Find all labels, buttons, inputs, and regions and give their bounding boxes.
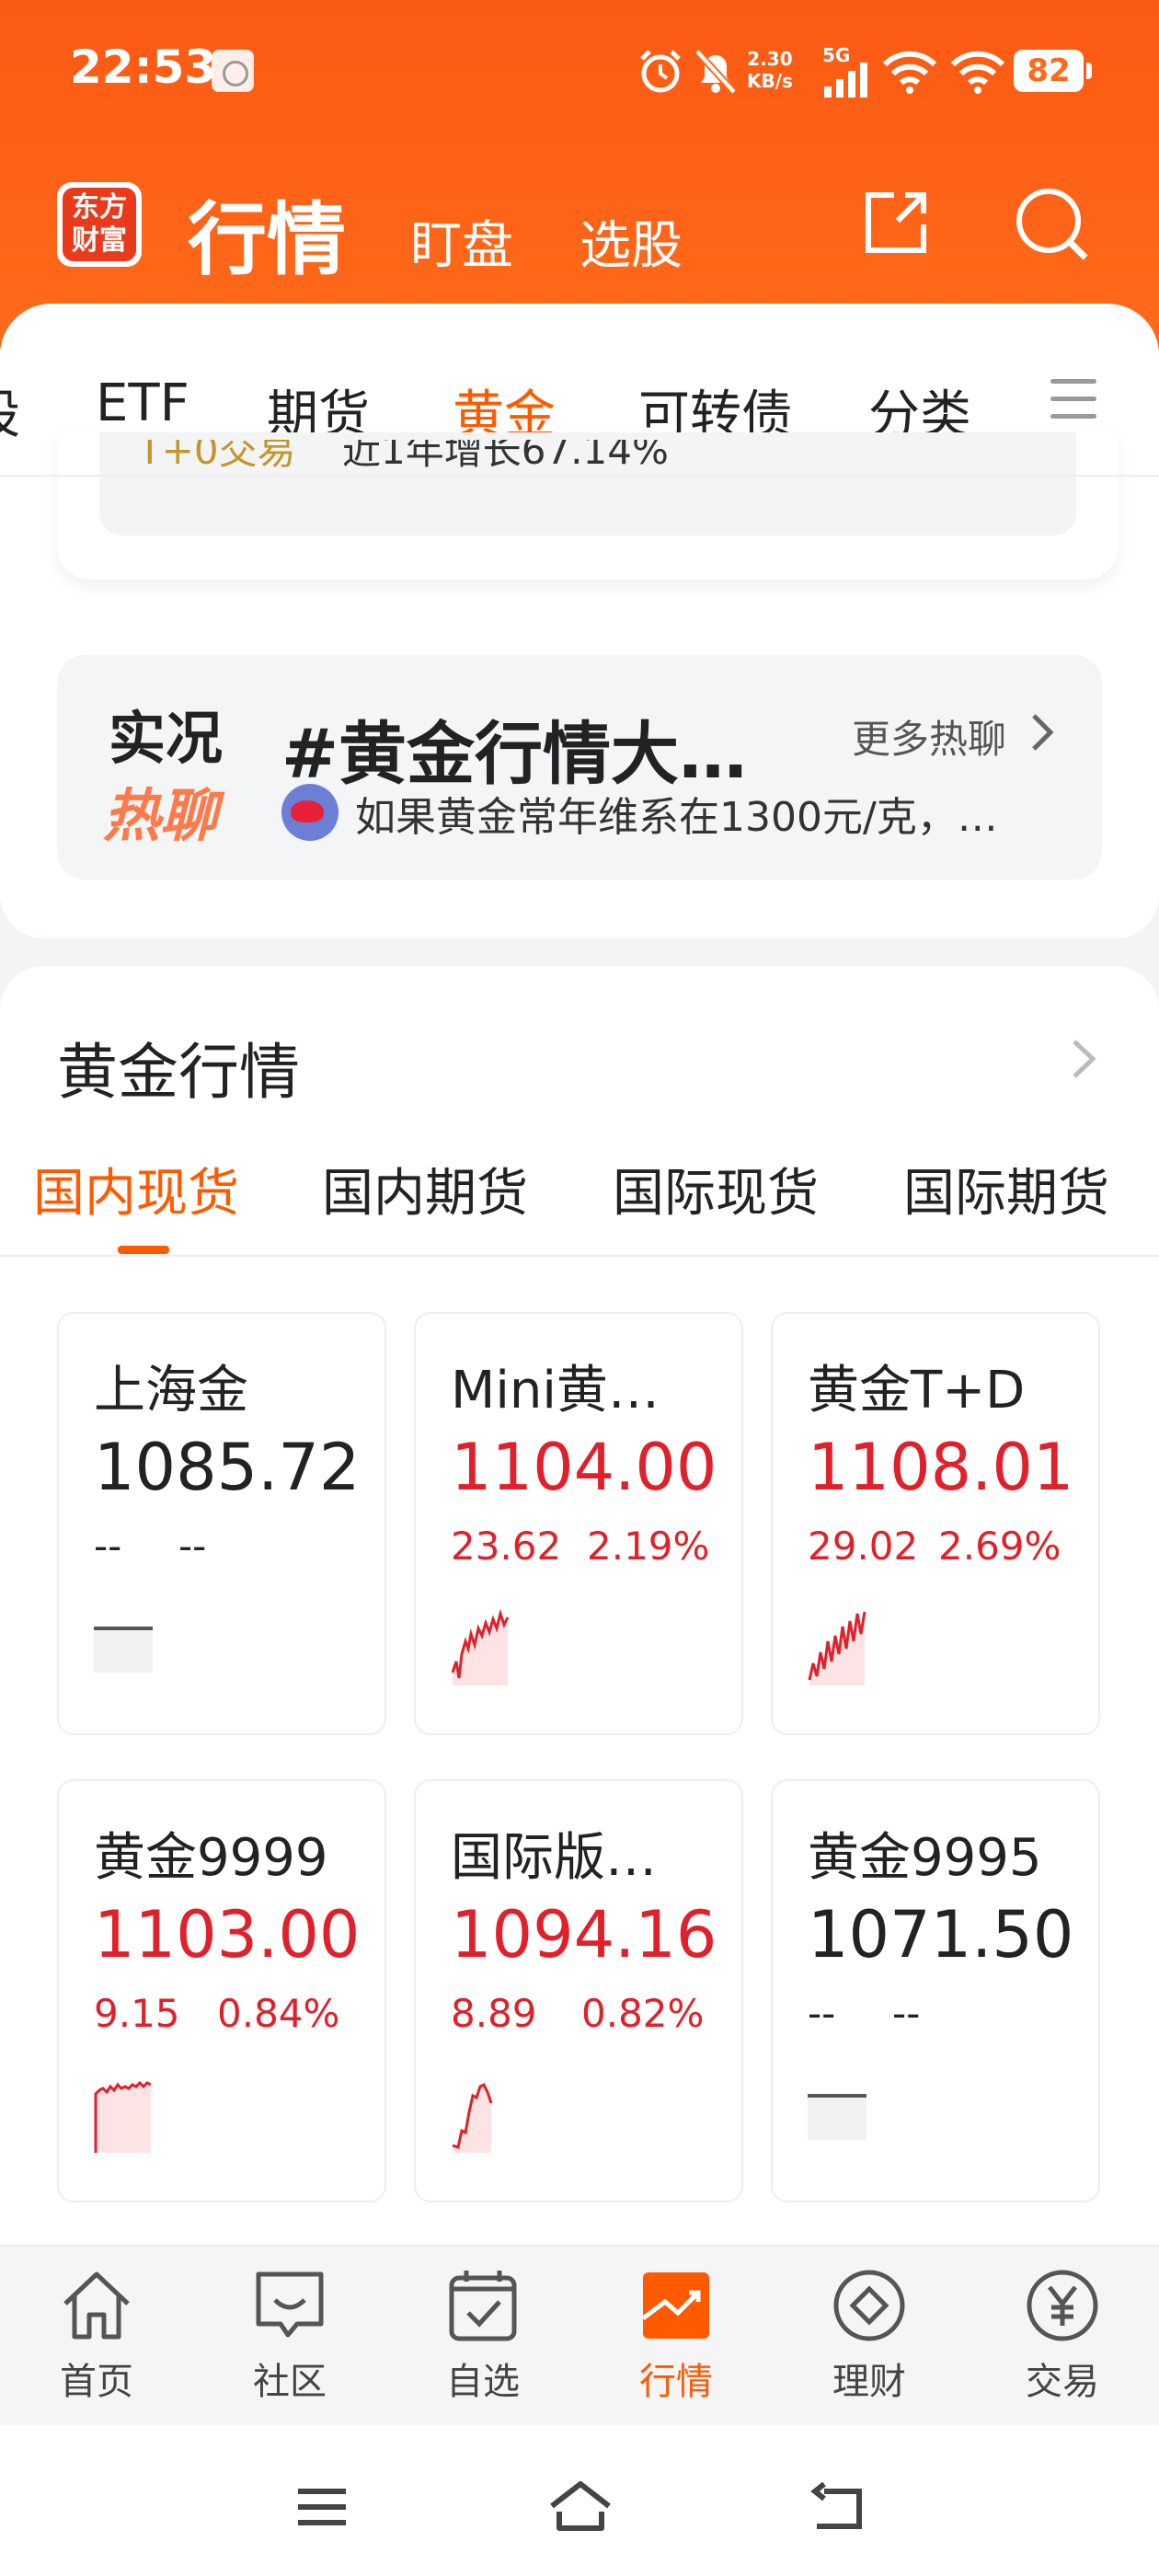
subtab-domestic-spot[interactable]: 国内现货 — [33, 1152, 239, 1226]
subtab-domestic-futures[interactable]: 国内期货 — [322, 1152, 528, 1226]
tab-divider — [0, 475, 1159, 477]
bottom-nav-wealth[interactable]: 理财 — [791, 2267, 947, 2405]
quote-price: 1094.16 — [451, 1897, 717, 1972]
divider — [0, 1255, 1159, 1257]
community-icon — [256, 2271, 324, 2338]
market-icon — [641, 2272, 709, 2339]
settings-notification-icon — [212, 50, 254, 92]
quote-price: 1085.72 — [94, 1430, 361, 1505]
share-icon[interactable] — [861, 188, 931, 258]
quote-change-pct: -- — [178, 1524, 207, 1569]
quote-change: -- — [94, 1524, 122, 1569]
wifi-icon — [882, 51, 937, 94]
quote-change-pct: 2.19% — [587, 1524, 710, 1569]
wifi-icon-2 — [950, 51, 1005, 94]
quote-change-pct: 2.69% — [938, 1524, 1061, 1569]
search-icon[interactable] — [1012, 184, 1091, 263]
subtab-active-indicator — [118, 1246, 169, 1254]
promo-tag: T+0交易 — [138, 440, 296, 473]
bottom-nav-label: 社区 — [253, 2361, 327, 2403]
nav-watch[interactable]: 盯盘 — [410, 204, 513, 279]
subtab-intl-spot[interactable]: 国际现货 — [613, 1152, 819, 1226]
battery-indicator: 82 — [1014, 50, 1092, 92]
bottom-nav-label: 交易 — [1026, 2361, 1099, 2403]
hot-chat-label-1: 实况 — [109, 705, 224, 772]
bottom-nav-label: 首页 — [60, 2361, 133, 2403]
quote-change: 8.89 — [451, 1991, 537, 2036]
logo-text-1: 东方 — [72, 191, 127, 224]
app-logo[interactable]: 东方 财富 — [57, 182, 142, 267]
quote-card[interactable]: 黄金9995 1071.50 -- -- — [771, 1779, 1100, 2202]
chevron-right-icon — [1032, 714, 1054, 751]
bottom-nav-community[interactable]: 社区 — [212, 2267, 368, 2405]
trade-icon — [1027, 2270, 1098, 2341]
avatar — [281, 784, 339, 841]
alarm-icon — [640, 50, 681, 93]
more-hot-chat-link[interactable]: 更多热聊 — [852, 708, 1006, 765]
tab-stock[interactable]: 股 — [0, 374, 20, 448]
logo-text-2: 财富 — [72, 224, 127, 257]
quote-name: 黄金9999 — [94, 1828, 328, 1888]
watchlist-icon — [449, 2271, 517, 2341]
bottom-nav-trade[interactable]: 交易 — [984, 2267, 1141, 2405]
quote-card[interactable]: 上海金 1085.72 -- -- — [57, 1312, 386, 1735]
bottom-nav-market[interactable]: 行情 — [598, 2267, 754, 2405]
bottom-nav-watchlist[interactable]: 自选 — [405, 2267, 561, 2405]
quote-name: 黄金9995 — [808, 1828, 1042, 1888]
quote-change: 23.62 — [451, 1524, 562, 1569]
sparkline — [808, 1611, 866, 1685]
quote-change-pct: 0.82% — [581, 1991, 705, 2036]
quote-price: 1108.01 — [808, 1430, 1074, 1505]
hot-chat-label-2: 热聊 — [103, 782, 218, 849]
bottom-nav-label: 理财 — [832, 2361, 906, 2403]
home-system-icon[interactable] — [548, 2478, 613, 2534]
quote-change-pct: -- — [892, 1991, 921, 2036]
gold-market-title[interactable]: 黄金行情 — [57, 1023, 300, 1111]
net-speed: 2.30 KB/s — [747, 48, 793, 92]
tab-menu-icon[interactable] — [1050, 379, 1096, 425]
quote-card[interactable]: 黄金T+D 1108.01 29.02 2.69% — [771, 1312, 1100, 1735]
quote-change: 29.02 — [808, 1524, 919, 1569]
quote-name: 上海金 — [94, 1361, 248, 1420]
hot-chat-title[interactable]: #黄金行情大… — [281, 699, 747, 798]
subtab-intl-futures[interactable]: 国际期货 — [903, 1152, 1109, 1226]
bottom-nav-label: 自选 — [446, 2361, 520, 2403]
quote-card[interactable]: 黄金9999 1103.00 9.15 0.84% — [57, 1779, 386, 2202]
quote-change: 9.15 — [94, 1991, 180, 2036]
quote-name: Mini黄… — [451, 1361, 660, 1420]
quote-card[interactable]: Mini黄… 1104.00 23.62 2.19% — [414, 1312, 743, 1735]
bell-muted-icon — [694, 49, 737, 95]
signal-icon — [824, 63, 867, 98]
promo-desc: 近1年增长67.14% — [342, 440, 669, 473]
sparkline — [94, 1627, 153, 1673]
bottom-nav-label: 行情 — [639, 2361, 713, 2403]
quote-price: 1104.00 — [451, 1430, 717, 1505]
sparkline — [452, 2082, 493, 2153]
quote-change: -- — [808, 1991, 836, 2036]
quote-price: 1103.00 — [94, 1897, 361, 1972]
quote-change-pct: 0.84% — [217, 1991, 340, 2036]
quote-price: 1071.50 — [808, 1897, 1074, 1972]
net-speed-value: 2.30 — [747, 48, 793, 70]
nav-stock-pick[interactable]: 选股 — [580, 204, 683, 279]
tab-etf[interactable]: ETF — [96, 374, 189, 433]
quote-name: 黄金T+D — [808, 1361, 1026, 1420]
sparkline — [808, 2094, 866, 2140]
status-bar: 22:53 2.30 KB/s 5G 82 — [0, 0, 1159, 138]
hot-chat-preview[interactable]: 如果黄金常年维系在1300元/克，… — [355, 784, 998, 843]
sparkline — [451, 1608, 510, 1685]
menu-icon[interactable] — [294, 2484, 350, 2530]
nav-market[interactable]: 行情 — [188, 175, 346, 290]
sparkline — [94, 2080, 152, 2153]
chevron-right-icon[interactable] — [1067, 1036, 1100, 1082]
status-time: 22:53 — [70, 40, 217, 94]
wealth-icon — [833, 2270, 905, 2341]
net-speed-unit: KB/s — [747, 70, 793, 92]
bottom-nav-home[interactable]: 首页 — [18, 2267, 175, 2405]
quote-name: 国际版… — [451, 1828, 657, 1888]
home-icon — [63, 2271, 130, 2340]
back-icon[interactable] — [809, 2482, 865, 2534]
quote-card[interactable]: 国际版… 1094.16 8.89 0.82% — [414, 1779, 743, 2202]
